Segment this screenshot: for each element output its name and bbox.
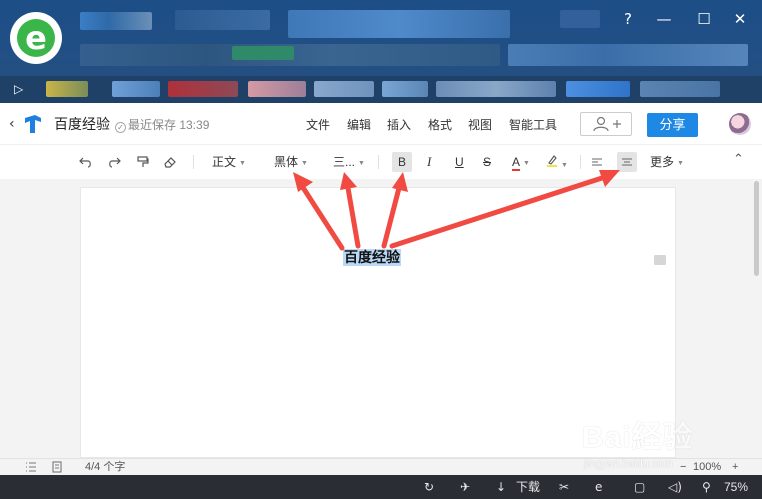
menu-edit[interactable]: 编辑 [347,117,371,133]
chevron-up-icon[interactable]: ⌃ [733,152,744,168]
selected-text[interactable]: 百度经验 [343,249,401,266]
format-toolbar: 正文 ▼ 黑体 ▼ 三... ▼ B I U S A ▼ ▼ 更多 ▼ ⌃ [0,145,762,179]
bookmark-item[interactable] [382,81,428,97]
document-canvas: 百度经验 [0,179,762,458]
more-button[interactable]: 更多 ▼ [650,154,684,172]
add-collaborator-button[interactable] [580,112,632,136]
screenshot-icon[interactable]: ✂ [559,478,569,496]
close-button[interactable]: ✕ [728,8,752,30]
word-count: 4/4 个字 [85,461,126,473]
bookmark-bar [0,76,762,103]
bookmark-item[interactable] [314,81,374,97]
browser-logo[interactable]: e [10,12,62,64]
download-icon[interactable]: ↓ [496,478,506,496]
bookmark-item[interactable] [566,81,630,97]
chevron-down-icon: ▼ [239,160,246,167]
download-label[interactable]: 下载 [516,478,540,496]
speed-icon[interactable]: ↻ [424,478,434,496]
blurred-tab[interactable] [80,12,152,30]
menu-view[interactable]: 视图 [468,117,492,133]
maximize-button[interactable]: ☐ [692,8,716,30]
underline-button[interactable]: U [455,154,464,170]
font-family-value: 黑体 [274,155,299,169]
menu-insert[interactable]: 插入 [387,117,411,133]
font-size-select[interactable]: 三... ▼ [333,154,365,172]
bookmark-item[interactable] [640,81,720,97]
italic-button[interactable]: I [427,154,431,170]
menu-file[interactable]: 文件 [306,117,330,133]
chevron-down-icon: ▼ [358,160,365,167]
bookmark-item[interactable] [248,81,306,97]
bookmark-item[interactable] [168,81,238,97]
clear-format-icon[interactable] [163,155,177,169]
watermark: Bai経验 jingyan.baidu.com [582,420,757,480]
font-color-button[interactable]: A ▼ [512,154,530,172]
vertical-scrollbar[interactable] [754,181,759,276]
more-label: 更多 [650,155,675,169]
menu-smart-tools[interactable]: 智能工具 [509,117,557,133]
volume-icon[interactable]: ◁) [668,478,682,496]
comment-icon[interactable] [654,255,666,265]
font-size-value: 三... [333,155,356,169]
page-view-icon[interactable] [52,461,62,473]
avatar[interactable] [729,113,751,135]
highlight-button[interactable]: ▼ [546,154,568,174]
strikethrough-button[interactable]: S [483,154,491,170]
doc-title[interactable]: 百度经验 [54,115,110,133]
chevron-down-icon: ▼ [523,160,530,167]
save-status-text: 最近保存 13:39 [128,118,210,132]
rocket-icon[interactable]: ✈ [460,478,470,496]
ie-mode-icon[interactable]: e [595,478,602,496]
bold-button[interactable]: B [392,152,412,172]
bookmark-item[interactable] [436,81,556,97]
doc-header: ‹ 百度经验 ✓ 最近保存 13:39 文件 编辑 插入 格式 视图 智能工具 分… [0,103,762,145]
font-color-label: A [512,155,521,171]
undo-icon[interactable] [79,155,93,169]
docs-app-icon[interactable] [23,114,43,134]
blurred-address-item [232,46,294,60]
watermark-brand: Bai経验 [582,421,694,454]
browser-zoom-level[interactable]: 75% [724,478,748,496]
minimize-button[interactable]: — [652,8,676,30]
window-icon[interactable]: ▢ [634,478,645,496]
blurred-tab[interactable] [175,10,270,30]
toolbar-divider [580,155,581,169]
font-family-select[interactable]: 黑体 ▼ [274,154,308,172]
outline-icon[interactable] [25,462,37,472]
paragraph-style-select[interactable]: 正文 ▼ [212,154,246,172]
watermark-url: jingyan.baidu.com [584,458,673,470]
help-button[interactable]: ? [616,8,640,30]
toolbar-divider [378,155,379,169]
browser-chrome: e ? — ☐ ✕ ▷ [0,0,762,103]
align-left-icon[interactable] [591,156,603,168]
document-page[interactable]: 百度经验 [80,187,676,458]
redo-icon[interactable] [107,155,121,169]
chevron-left-icon[interactable]: ‹ [9,115,15,133]
chevron-down-icon: ▼ [561,162,568,169]
toolbar-divider [193,155,194,169]
paragraph-style-value: 正文 [212,155,237,169]
menu-format[interactable]: 格式 [428,117,452,133]
save-status: ✓ 最近保存 13:39 [115,117,209,133]
chevron-down-icon: ▼ [677,160,684,167]
blurred-tab-active[interactable] [288,10,510,38]
format-painter-icon[interactable] [136,155,150,169]
blurred-toolbar [508,44,748,66]
chevron-down-icon: ▼ [301,160,308,167]
check-circle-icon: ✓ [115,122,126,133]
bookmark-item[interactable] [46,81,88,97]
share-button[interactable]: 分享 [647,113,698,137]
align-center-button[interactable] [617,152,637,172]
logo-e-icon: e [25,19,47,57]
sidebar-toggle-icon[interactable]: ▷ [14,80,23,98]
highlighter-icon [547,155,557,167]
bookmark-item[interactable] [112,81,160,97]
add-collaborator-icon [593,116,621,132]
blurred-tab[interactable] [560,10,600,28]
search-icon[interactable]: ⚲ [702,478,711,496]
align-center-icon [622,158,632,166]
